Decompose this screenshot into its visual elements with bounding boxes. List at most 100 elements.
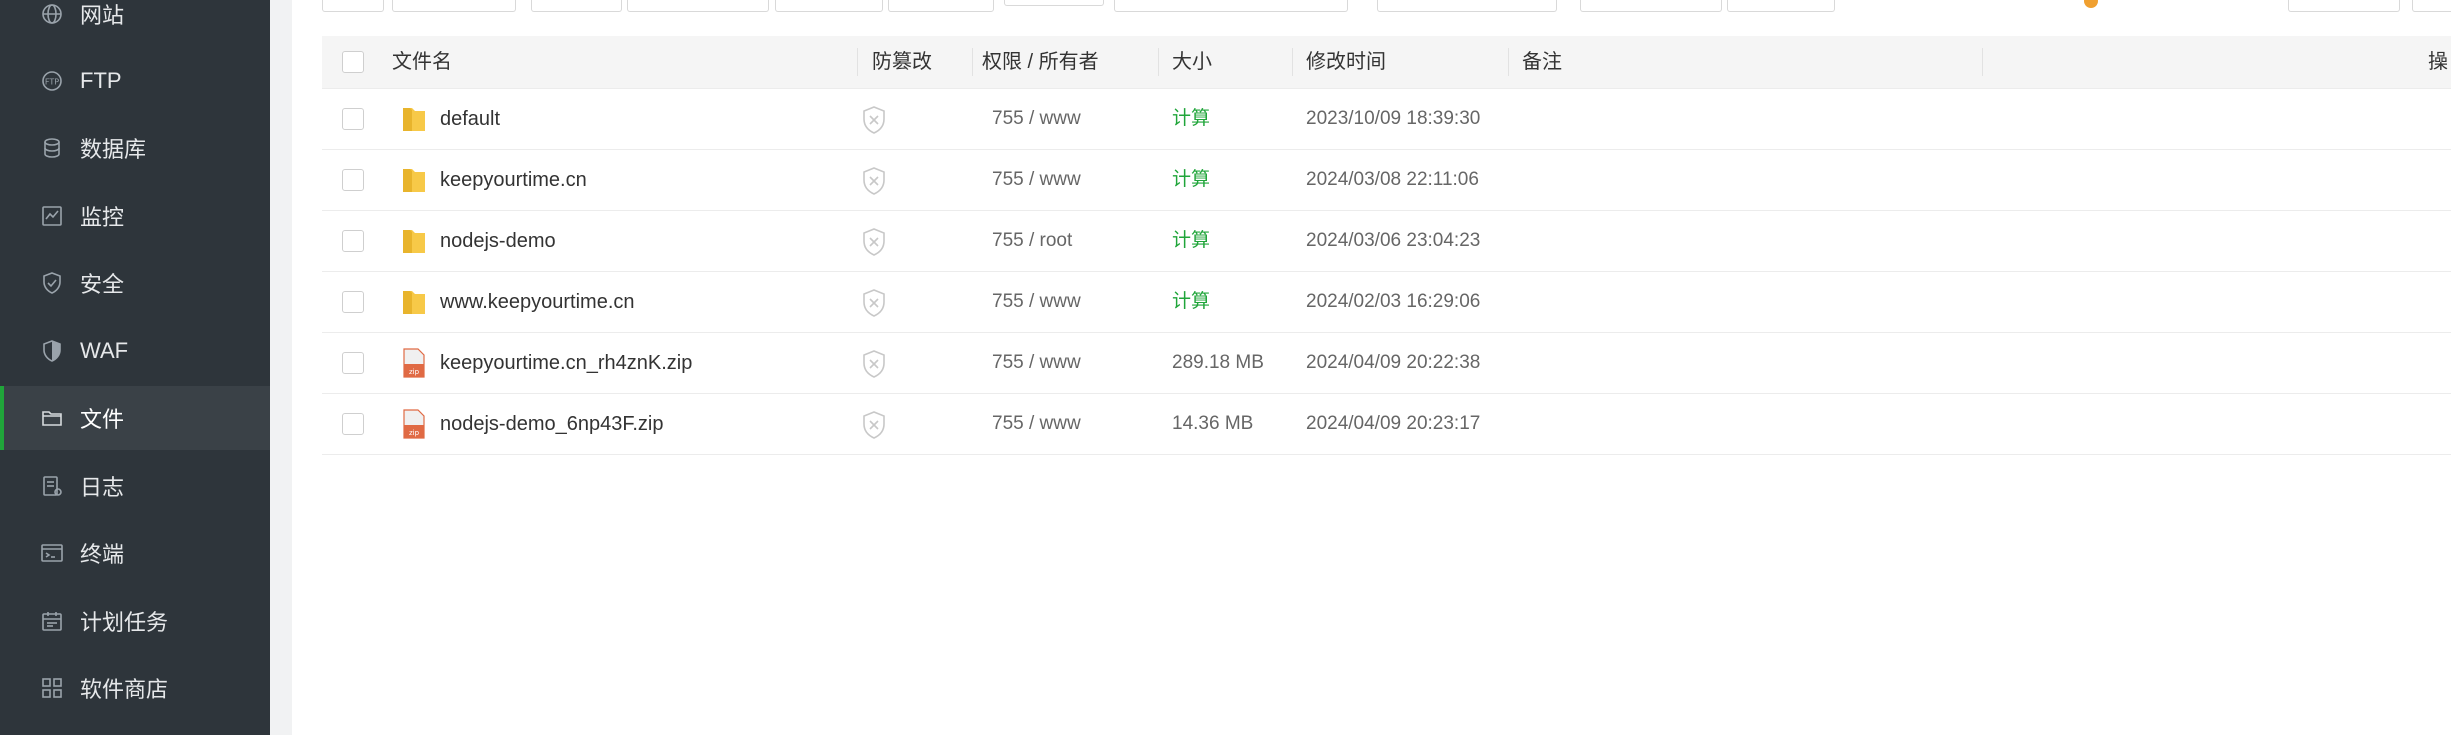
row-checkbox[interactable] bbox=[342, 230, 364, 252]
table-row[interactable]: zip nodejs-demo_6np43F.zip 755 / www 14.… bbox=[322, 394, 2451, 455]
toolbar-control[interactable] bbox=[1377, 0, 1557, 12]
calculate-size-link[interactable]: 计算 bbox=[1172, 150, 1210, 210]
file-name-link[interactable]: www.keepyourtime.cn bbox=[440, 272, 635, 332]
calculate-size-link[interactable]: 计算 bbox=[1172, 211, 1210, 271]
sidebar-item-waf[interactable]: WAF bbox=[0, 319, 270, 383]
toolbar-control[interactable] bbox=[392, 0, 516, 12]
permission-owner[interactable]: 755 / www bbox=[992, 272, 1081, 332]
sidebar-item-terminal[interactable]: 终端 bbox=[0, 521, 270, 585]
modified-time: 2024/03/06 23:04:23 bbox=[1306, 230, 1481, 251]
row-checkbox[interactable] bbox=[342, 291, 364, 313]
sidebar-item-monitor[interactable]: 监控 bbox=[0, 184, 270, 248]
column-divider[interactable] bbox=[1292, 48, 1293, 76]
permission-owner[interactable]: 755 / root bbox=[992, 211, 1072, 271]
column-divider[interactable] bbox=[1158, 48, 1159, 76]
column-divider[interactable] bbox=[1508, 48, 1509, 76]
file-size: 289.18 MB bbox=[1172, 352, 1264, 373]
file-name-link[interactable]: nodejs-demo_6np43F.zip bbox=[440, 394, 664, 454]
row-checkbox[interactable] bbox=[342, 352, 364, 374]
modified-time: 2024/04/09 20:23:17 bbox=[1306, 413, 1481, 434]
tamper-shield-icon[interactable] bbox=[860, 349, 888, 379]
toolbar-control[interactable] bbox=[888, 0, 994, 12]
log-icon bbox=[40, 474, 64, 498]
sidebar-item-ftp[interactable]: FTP FTP bbox=[0, 49, 270, 113]
file-name-link[interactable]: nodejs-demo bbox=[440, 211, 556, 271]
column-divider[interactable] bbox=[1982, 48, 1983, 76]
sidebar-item-cron[interactable]: 计划任务 bbox=[0, 589, 270, 653]
svg-text:FTP: FTP bbox=[45, 78, 59, 87]
notification-icon[interactable] bbox=[2084, 0, 2098, 8]
permission-owner[interactable]: 755 / www bbox=[992, 333, 1081, 393]
file-manager-main: 文件名 防篡改 权限 / 所有者 大小 修改时间 备注 操 default 75… bbox=[292, 0, 2451, 735]
zip-file-icon: zip bbox=[403, 348, 425, 378]
row-checkbox[interactable] bbox=[342, 169, 364, 191]
toolbar-control[interactable] bbox=[775, 0, 883, 12]
sidebar-item-database[interactable]: 数据库 bbox=[0, 116, 270, 180]
permission-owner[interactable]: 755 / www bbox=[992, 89, 1081, 149]
sidebar-item-label: FTP bbox=[80, 68, 122, 93]
toolbar-control[interactable] bbox=[2288, 0, 2400, 12]
permission-owner[interactable]: 755 / www bbox=[992, 394, 1081, 454]
header-tamper-proof[interactable]: 防篡改 bbox=[872, 36, 932, 88]
file-name-link[interactable]: keepyourtime.cn bbox=[440, 150, 587, 210]
database-icon bbox=[40, 136, 64, 160]
table-row[interactable]: nodejs-demo 755 / root 计算 2024/03/06 23:… bbox=[322, 211, 2451, 272]
tamper-shield-icon[interactable] bbox=[860, 288, 888, 318]
table-row[interactable]: default 755 / www 计算 2023/10/09 18:39:30 bbox=[322, 89, 2451, 150]
toolbar-control[interactable] bbox=[627, 0, 769, 12]
folder-icon bbox=[40, 406, 64, 430]
table-row[interactable]: zip keepyourtime.cn_rh4znK.zip 755 / www… bbox=[322, 333, 2451, 394]
file-size: 14.36 MB bbox=[1172, 413, 1254, 434]
sidebar-item-website[interactable]: 网站 bbox=[0, 0, 270, 46]
sidebar-item-logs[interactable]: 日志 bbox=[0, 454, 270, 518]
sidebar-item-label: WAF bbox=[80, 338, 129, 363]
modified-time: 2024/03/08 22:11:06 bbox=[1306, 169, 1479, 190]
folder-icon bbox=[403, 230, 425, 253]
table-row[interactable]: keepyourtime.cn 755 / www 计算 2024/03/08 … bbox=[322, 150, 2451, 211]
modified-time: 2023/10/09 18:39:30 bbox=[1306, 108, 1481, 129]
sidebar-item-label: 软件商店 bbox=[80, 677, 169, 702]
sidebar-item-security[interactable]: 安全 bbox=[0, 251, 270, 315]
ftp-icon: FTP bbox=[40, 69, 64, 93]
file-name-link[interactable]: default bbox=[440, 89, 500, 149]
sidebar-item-label: 网站 bbox=[80, 3, 125, 28]
toolbar-control[interactable] bbox=[1727, 0, 1835, 12]
header-permission-owner[interactable]: 权限 / 所有者 bbox=[982, 36, 1099, 88]
select-all-checkbox[interactable] bbox=[342, 51, 364, 73]
sidebar-item-label: 计划任务 bbox=[80, 610, 169, 635]
sidebar-item-label: 监控 bbox=[80, 205, 125, 230]
toolbar-control[interactable] bbox=[2412, 0, 2451, 12]
file-name-link[interactable]: keepyourtime.cn_rh4znK.zip bbox=[440, 333, 692, 393]
calendar-icon bbox=[40, 609, 64, 633]
header-remark[interactable]: 备注 bbox=[1522, 36, 1562, 88]
tamper-shield-icon[interactable] bbox=[860, 410, 888, 440]
calculate-size-link[interactable]: 计算 bbox=[1172, 89, 1210, 149]
table-row[interactable]: www.keepyourtime.cn 755 / www 计算 2024/02… bbox=[322, 272, 2451, 333]
sidebar-item-app-store[interactable]: 软件商店 bbox=[0, 656, 270, 720]
folder-icon bbox=[403, 108, 425, 131]
tamper-shield-icon[interactable] bbox=[860, 105, 888, 135]
table-header: 文件名 防篡改 权限 / 所有者 大小 修改时间 备注 操 bbox=[322, 36, 2451, 89]
header-size[interactable]: 大小 bbox=[1172, 36, 1212, 88]
calculate-size-link[interactable]: 计算 bbox=[1172, 272, 1210, 332]
globe-icon bbox=[40, 2, 64, 26]
toolbar-control[interactable] bbox=[1114, 0, 1348, 12]
svg-text:zip: zip bbox=[409, 429, 420, 437]
header-modified-time[interactable]: 修改时间 bbox=[1306, 36, 1386, 88]
permission-owner[interactable]: 755 / www bbox=[992, 150, 1081, 210]
toolbar-control[interactable] bbox=[531, 0, 622, 12]
row-checkbox[interactable] bbox=[342, 108, 364, 130]
toolbar-control[interactable] bbox=[322, 0, 384, 12]
sidebar: 网站 FTP FTP 数据库 监控 安全 WAF 文件 日志 终端 计划任务 软… bbox=[0, 0, 270, 735]
sidebar-item-files[interactable]: 文件 bbox=[0, 386, 270, 450]
zip-file-icon: zip bbox=[403, 409, 425, 439]
toolbar-control[interactable] bbox=[1004, 0, 1104, 6]
column-divider[interactable] bbox=[857, 48, 858, 76]
tamper-shield-icon[interactable] bbox=[860, 166, 888, 196]
tamper-shield-icon[interactable] bbox=[860, 227, 888, 257]
column-divider[interactable] bbox=[972, 48, 973, 76]
toolbar-control[interactable] bbox=[1580, 0, 1722, 12]
header-file-name[interactable]: 文件名 bbox=[392, 36, 452, 88]
row-checkbox[interactable] bbox=[342, 413, 364, 435]
folder-icon bbox=[403, 169, 425, 192]
